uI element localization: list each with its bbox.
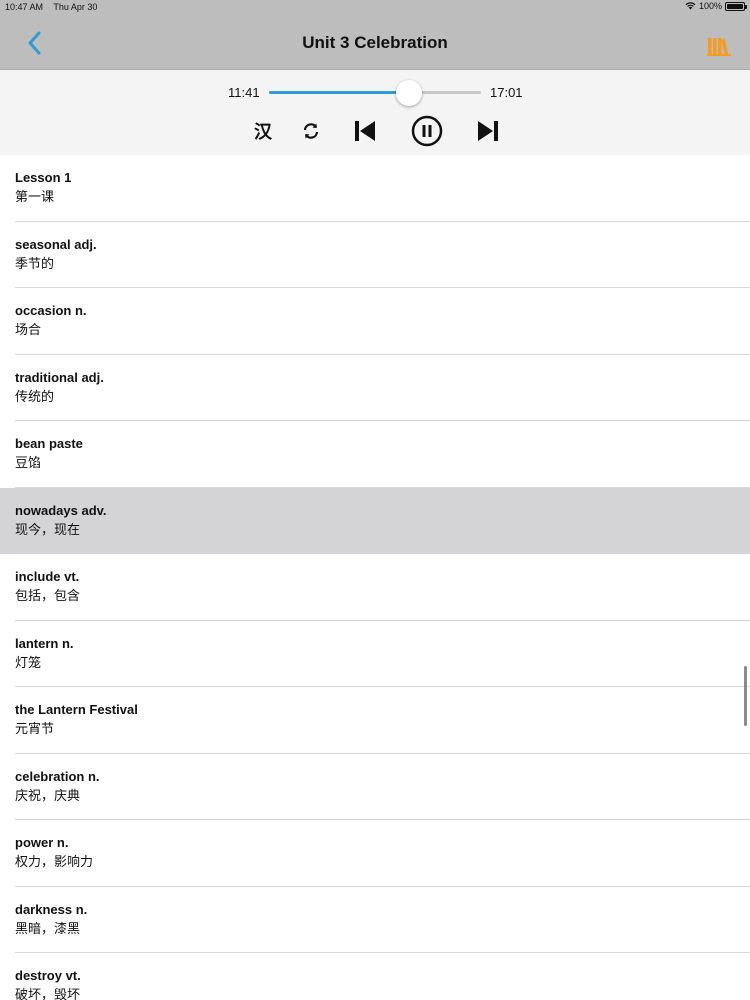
word-english: power n. — [15, 835, 69, 850]
word-chinese: 传统的 — [15, 388, 55, 404]
scrollbar[interactable] — [744, 666, 747, 726]
nav-bar: Unit 3 Celebration — [0, 14, 750, 70]
word-english: the Lantern Festival — [15, 702, 138, 717]
word-chinese: 灯笼 — [15, 654, 42, 670]
audio-player: 11:41 17:01 汉 — [0, 70, 750, 155]
progress-fill — [269, 91, 409, 94]
list-item[interactable]: traditional adj. 传统的 — [0, 354, 750, 421]
repeat-button[interactable] — [299, 116, 323, 146]
word-chinese: 黑暗，漆黑 — [15, 920, 81, 936]
pause-icon — [411, 115, 443, 147]
battery-percent: 100% — [698, 1, 722, 11]
list-item[interactable]: nowadays adv. 现今，现在 — [0, 487, 750, 554]
word-english: Lesson 1 — [15, 170, 72, 185]
next-track-icon — [478, 121, 498, 141]
list-item[interactable]: include vt. 包括，包含 — [0, 554, 750, 621]
list-item[interactable]: the Lantern Festival 元宵节 — [0, 687, 750, 754]
word-english: darkness n. — [15, 901, 88, 917]
progress-thumb[interactable] — [395, 80, 422, 106]
list-item[interactable]: occasion n. 场合 — [0, 288, 750, 355]
list-item[interactable]: power n. 权力，影响力 — [0, 820, 750, 887]
status-date: Thu Apr 30 — [53, 2, 98, 12]
word-chinese: 第一课 — [15, 189, 55, 204]
word-english: destroy vt. — [15, 968, 81, 983]
word-chinese: 季节的 — [15, 255, 55, 271]
status-bar: 10:47 AM Thu Apr 30 100% — [0, 0, 750, 14]
list-item[interactable]: destroy vt. 破坏，毁坏 — [0, 953, 750, 1000]
word-english: lantern n. — [15, 635, 74, 651]
status-time: 10:47 AM — [5, 2, 44, 12]
word-english: seasonal adj. — [15, 236, 97, 252]
word-chinese: 破坏，毁坏 — [15, 987, 81, 1000]
word-english: nowadays adv. — [15, 502, 107, 518]
word-chinese: 权力，影响力 — [15, 854, 94, 869]
list-item[interactable]: celebration n. 庆祝，庆典 — [0, 753, 750, 820]
word-chinese: 场合 — [15, 322, 42, 337]
word-chinese: 元宵节 — [15, 721, 55, 736]
list-item[interactable]: darkness n. 黑暗，漆黑 — [0, 886, 750, 953]
chinese-toggle-button[interactable]: 汉 — [250, 116, 276, 146]
current-time: 11:41 — [228, 85, 260, 100]
word-chinese: 庆祝，庆典 — [15, 787, 81, 803]
word-chinese: 豆馅 — [15, 455, 42, 470]
word-chinese: 包括，包含 — [15, 588, 81, 603]
page-title: Unit 3 Celebration — [302, 33, 448, 52]
battery-icon — [725, 1, 747, 11]
list-item[interactable]: lantern n. 灯笼 — [0, 620, 750, 687]
word-english: occasion n. — [15, 303, 87, 318]
list-item[interactable]: Lesson 1 第一课 — [0, 155, 750, 222]
previous-button[interactable] — [352, 116, 378, 146]
word-english: traditional adj. — [15, 369, 104, 385]
total-time: 17:01 — [490, 85, 523, 100]
word-list: Lesson 1 第一课 seasonal adj. 季节的 occasion n. 场合… — [0, 155, 750, 1000]
pause-button[interactable] — [410, 114, 444, 148]
word-english: bean paste — [15, 436, 83, 451]
list-item[interactable]: seasonal adj. 季节的 — [0, 221, 750, 288]
list-item[interactable]: bean paste 豆馅 — [0, 421, 750, 488]
word-chinese: 现今，现在 — [15, 521, 81, 537]
next-button[interactable] — [475, 116, 501, 146]
books-icon[interactable] — [707, 36, 731, 56]
progress-slider[interactable] — [269, 80, 481, 106]
previous-track-icon — [355, 121, 375, 141]
repeat-icon — [303, 123, 319, 139]
word-english: celebration n. — [15, 768, 100, 784]
word-english: include vt. — [15, 569, 80, 584]
wifi-icon — [685, 2, 696, 10]
